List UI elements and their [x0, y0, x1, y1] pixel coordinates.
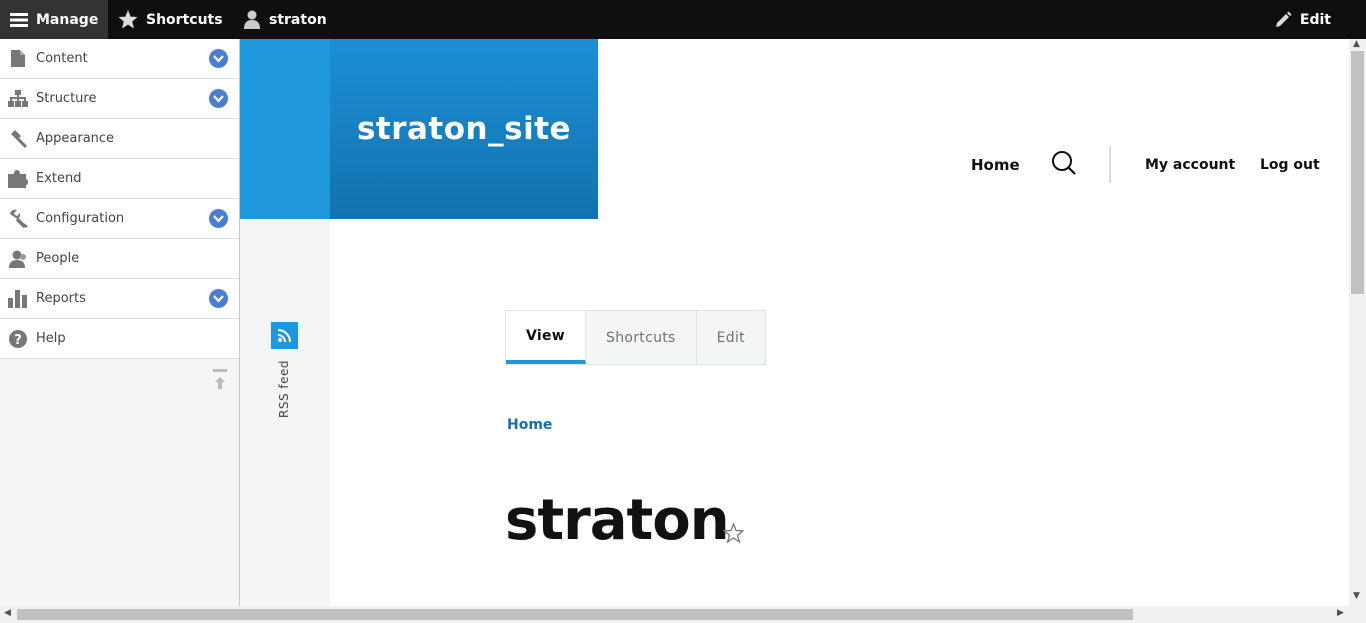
- bar-chart-icon: [8, 289, 28, 309]
- help-icon: ?: [8, 329, 28, 349]
- rss-icon: [271, 322, 298, 349]
- vertical-scroll-thumb[interactable]: [1351, 51, 1364, 294]
- admin-tray: Content Structure Appearance Extend Conf…: [0, 39, 240, 606]
- user-label: straton: [269, 11, 327, 28]
- rss-label[interactable]: RSS feed: [277, 360, 291, 418]
- tray-item-label: Help: [36, 331, 66, 346]
- horizontal-scrollbar[interactable]: ◀ ▶: [0, 606, 1366, 623]
- tray-item-structure[interactable]: Structure: [0, 79, 239, 119]
- tray-item-help[interactable]: ? Help: [0, 319, 239, 359]
- chevron-down-icon[interactable]: [209, 209, 228, 228]
- tray-item-people[interactable]: People: [0, 239, 239, 279]
- file-icon: [8, 49, 28, 69]
- breadcrumb-home-link[interactable]: Home: [507, 417, 552, 433]
- tab-view[interactable]: View: [506, 311, 587, 364]
- scroll-up-arrow-icon[interactable]: ▲: [1353, 39, 1360, 49]
- nav-home[interactable]: Home: [971, 147, 1020, 183]
- tray-item-extend[interactable]: Extend: [0, 159, 239, 199]
- tab-edit[interactable]: Edit: [697, 311, 765, 364]
- chevron-down-icon[interactable]: [209, 89, 228, 108]
- admin-toolbar: Manage Shortcuts straton Edit: [0, 0, 1366, 39]
- shortcuts-label: Shortcuts: [146, 11, 223, 28]
- add-shortcut-star-icon[interactable]: [722, 522, 745, 547]
- shortcuts-button[interactable]: Shortcuts: [118, 0, 223, 39]
- tray-item-label: Structure: [36, 91, 97, 106]
- star-icon: [118, 10, 138, 29]
- edit-label: Edit: [1299, 11, 1331, 28]
- page-title: straton: [505, 488, 730, 553]
- tray-item-reports[interactable]: Reports: [0, 279, 239, 319]
- hamburger-icon: [10, 12, 28, 27]
- people-icon: [8, 249, 28, 269]
- site-branding[interactable]: straton_site: [330, 39, 598, 219]
- pencil-icon: [1275, 11, 1292, 27]
- horizontal-scroll-thumb[interactable]: [17, 609, 1133, 620]
- tab-shortcuts[interactable]: Shortcuts: [586, 311, 697, 364]
- paintbrush-icon: [8, 129, 28, 149]
- tray-item-label: Extend: [36, 171, 82, 186]
- tray-item-appearance[interactable]: Appearance: [0, 119, 239, 159]
- tray-item-label: Appearance: [36, 131, 115, 146]
- tray-item-label: Reports: [36, 291, 86, 306]
- breadcrumb: Home: [507, 417, 552, 433]
- user-icon: [244, 10, 260, 29]
- vertical-scrollbar[interactable]: ▲ ▼: [1349, 39, 1366, 606]
- scroll-down-arrow-icon[interactable]: ▼: [1353, 591, 1360, 601]
- scroll-right-arrow-icon[interactable]: ▶: [1337, 608, 1344, 618]
- tray-item-label: Content: [36, 51, 88, 66]
- local-tasks-tabs: View Shortcuts Edit: [505, 310, 766, 365]
- manage-button[interactable]: Manage: [0, 0, 108, 39]
- site-name[interactable]: straton_site: [357, 111, 571, 147]
- svg-text:?: ?: [14, 333, 22, 348]
- sitemap-icon: [8, 89, 28, 109]
- edit-toggle-button[interactable]: Edit: [1274, 0, 1331, 39]
- wrench-icon: [8, 209, 28, 229]
- chevron-down-icon[interactable]: [209, 289, 228, 308]
- rss-feed-link[interactable]: [271, 322, 298, 349]
- arrow-up-icon: [213, 369, 227, 389]
- manage-label: Manage: [36, 11, 99, 28]
- user-button[interactable]: straton: [243, 0, 327, 39]
- nav-log-out[interactable]: Log out: [1260, 147, 1320, 183]
- collapse-tray-button[interactable]: [213, 369, 227, 395]
- chevron-down-icon[interactable]: [209, 49, 228, 68]
- puzzle-icon: [8, 169, 28, 189]
- tray-item-label: People: [36, 251, 80, 266]
- header-accent: [240, 39, 330, 219]
- nav-my-account[interactable]: My account: [1145, 147, 1235, 183]
- tray-item-content[interactable]: Content: [0, 39, 239, 79]
- tray-item-label: Configuration: [36, 211, 125, 226]
- tray-item-configuration[interactable]: Configuration: [0, 199, 239, 239]
- scroll-left-arrow-icon[interactable]: ◀: [4, 608, 11, 618]
- search-icon[interactable]: [1051, 150, 1077, 180]
- nav-divider: [1109, 146, 1111, 183]
